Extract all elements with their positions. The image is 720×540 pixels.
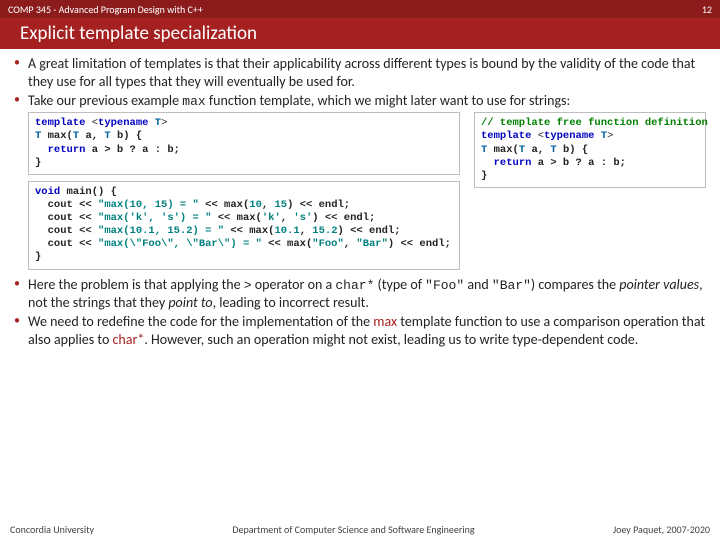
italic-point-to: point to (168, 294, 212, 311)
slide-title: Explicit template specialization (0, 18, 720, 49)
footer-right: Joey Paquet, 2007-2020 (613, 523, 710, 536)
bullet-2-text: Take our previous example max function t… (28, 92, 706, 110)
bullet-3: • Here the problem is that applying the … (14, 276, 706, 312)
bullet-1: • A great limitation of templates is tha… (14, 55, 706, 90)
code-free-function: // template free function definition tem… (474, 112, 706, 188)
bullet-icon: • (14, 92, 28, 110)
inline-red-char: char* (113, 331, 145, 348)
italic-pointer-values: pointer values (619, 276, 699, 293)
code-main: void main() { cout << "max(10, 15) = " <… (28, 181, 460, 270)
slide-content: • A great limitation of templates is tha… (0, 49, 720, 348)
page-number: 12 (702, 3, 712, 16)
inline-foo: "Foo" (425, 278, 464, 293)
inline-char-type: char* (335, 278, 374, 293)
bullet-icon: • (14, 276, 28, 312)
inline-red-max: max (373, 313, 397, 330)
code-template-def: template <typename T> T max(T a, T b) { … (28, 112, 460, 175)
course-label: COMP 345 - Advanced Program Design with … (8, 3, 203, 16)
bullet-icon: • (14, 55, 28, 90)
bullet-3-text: Here the problem is that applying the > … (28, 276, 706, 312)
bullet-4-text: We need to redefine the code for the imp… (28, 313, 706, 348)
code-row: template <typename T> T max(T a, T b) { … (14, 112, 706, 269)
inline-operator: > (244, 278, 252, 293)
inline-code-max: max (182, 94, 205, 109)
inline-bar: "Bar" (492, 278, 531, 293)
footer: Concordia University Department of Compu… (0, 519, 720, 540)
footer-center: Department of Computer Science and Softw… (232, 523, 474, 536)
bullet-2: • Take our previous example max function… (14, 92, 706, 110)
bullet-4: • We need to redefine the code for the i… (14, 313, 706, 348)
topbar: COMP 345 - Advanced Program Design with … (0, 0, 720, 18)
bullet-1-text: A great limitation of templates is that … (28, 55, 706, 90)
bullet-icon: • (14, 313, 28, 348)
footer-left: Concordia University (10, 523, 94, 536)
